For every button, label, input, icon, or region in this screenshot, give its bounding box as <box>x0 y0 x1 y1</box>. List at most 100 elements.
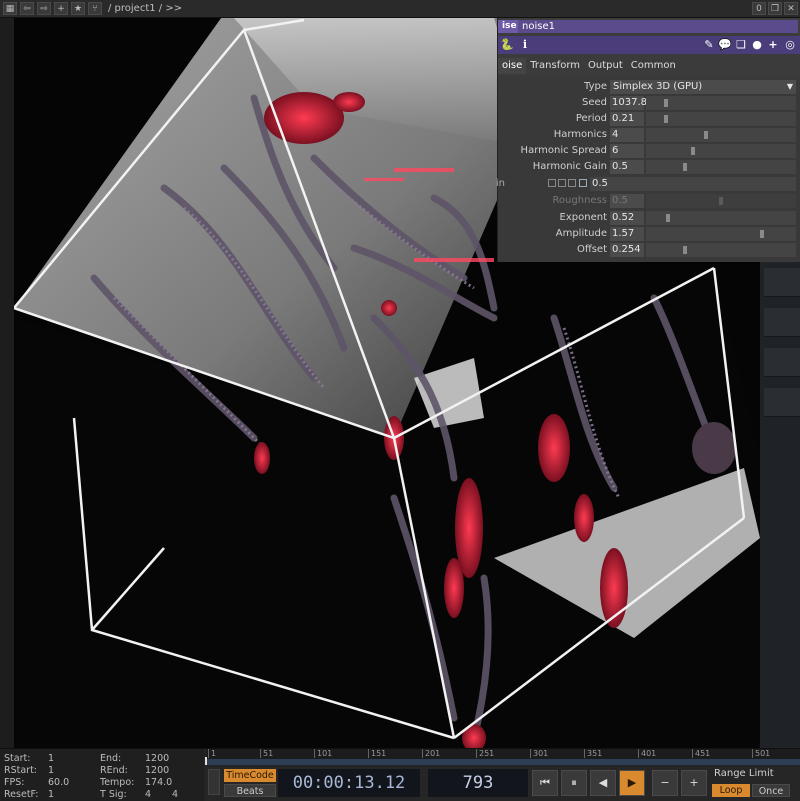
tsig-label: T Sig: <box>100 789 127 800</box>
param-checkbox-row: in 0.5 <box>495 176 800 192</box>
python-logo-icon[interactable]: ● <box>750 38 764 52</box>
tab-transform[interactable]: Transform <box>526 58 584 74</box>
ruler-tick: 201 <box>422 749 440 758</box>
restore-window-icon[interactable]: ❐ <box>768 2 782 15</box>
slider-knob[interactable] <box>663 115 668 123</box>
param-offset: Offset 0.254 <box>498 242 800 258</box>
ruler-tick: 151 <box>368 749 386 758</box>
clone-icon[interactable]: ❏ <box>734 38 748 52</box>
timeline-track[interactable] <box>206 759 800 765</box>
period-value-field[interactable]: 0.21 <box>610 112 644 126</box>
checkbox-value-field[interactable]: 0.5 <box>590 177 796 191</box>
seed-value-field[interactable]: 1037.8 <box>610 96 647 110</box>
ruler-tick: 501 <box>752 749 770 758</box>
harmonics-slider[interactable] <box>646 128 796 142</box>
fps-value[interactable]: 60.0 <box>48 777 69 788</box>
plus-icon[interactable]: + <box>766 38 780 52</box>
tsig-numerator[interactable]: 4 <box>145 789 151 800</box>
network-path[interactable]: / project1 / >> <box>108 3 182 14</box>
left-gutter <box>0 18 14 748</box>
minus-icon[interactable]: − <box>652 770 678 796</box>
slider-knob[interactable] <box>666 214 671 222</box>
beats-toggle[interactable]: Beats <box>224 784 276 797</box>
playhead[interactable] <box>205 757 207 765</box>
rend-value[interactable]: 1200 <box>145 765 169 776</box>
exponent-value-field[interactable]: 0.52 <box>610 211 644 225</box>
operator-name-field[interactable]: noise1 <box>518 20 798 33</box>
slider-knob[interactable] <box>759 230 764 238</box>
timeline-handle[interactable] <box>208 769 220 795</box>
resetf-value[interactable]: 1 <box>48 789 54 800</box>
harmonic-spread-slider[interactable] <box>646 144 796 158</box>
timecode-display[interactable]: 00:00:13.12 <box>278 769 420 797</box>
play-icon[interactable]: ▶ <box>619 770 645 796</box>
param-label: in <box>495 178 505 189</box>
close-window-icon[interactable]: ✕ <box>784 2 798 15</box>
seed-slider[interactable] <box>646 96 796 110</box>
timeline-ruler[interactable]: 1 51 101 151 201 251 301 351 401 451 501 <box>206 749 800 759</box>
skip-to-start-icon[interactable]: ⏮ <box>532 770 558 796</box>
timecode-toggle[interactable]: TimeCode <box>224 769 276 782</box>
timeline-bar: Start: 1 RStart: 1 FPS: 60.0 ResetF: 1 E… <box>0 748 800 801</box>
checkbox-3[interactable] <box>568 179 576 187</box>
param-roughness: Roughness 0.5 <box>498 193 800 209</box>
param-label: Period <box>575 113 607 124</box>
param-label: Type <box>584 81 607 92</box>
ruler-tick: 51 <box>260 749 273 758</box>
slider-knob[interactable] <box>663 99 668 107</box>
tab-noise[interactable]: oise <box>498 58 527 74</box>
harmonic-gain-value-field[interactable]: 0.5 <box>610 160 644 174</box>
python-icon[interactable]: 🐍 <box>500 38 514 52</box>
roughness-value-field: 0.5 <box>610 194 644 208</box>
step-back-icon[interactable]: ◀ <box>590 770 616 796</box>
harmonics-value-field[interactable]: 4 <box>610 128 644 142</box>
tempo-value[interactable]: 174.0 <box>145 777 172 788</box>
period-slider[interactable] <box>646 112 796 126</box>
tab-output[interactable]: Output <box>584 58 627 74</box>
transport-controls: TimeCode Beats 00:00:13.12 793 ⏮ ⏸ ◀ ▶ −… <box>206 767 800 801</box>
slider-knob[interactable] <box>682 246 687 254</box>
info-icon[interactable]: i <box>518 38 532 52</box>
target-icon[interactable]: ◎ <box>783 38 797 52</box>
start-value[interactable]: 1 <box>48 753 54 764</box>
plus-icon[interactable]: + <box>54 2 68 15</box>
checkbox-2[interactable] <box>558 179 566 187</box>
back-arrow-icon[interactable]: ⇦ <box>20 2 34 15</box>
param-label: Seed <box>582 97 607 108</box>
loop-button[interactable]: Loop <box>712 784 750 797</box>
checkbox-1[interactable] <box>548 179 556 187</box>
tsig-denominator[interactable]: 4 <box>172 789 178 800</box>
plus-icon[interactable]: + <box>681 770 707 796</box>
tab-common[interactable]: Common <box>627 58 680 74</box>
exponent-slider[interactable] <box>646 211 796 225</box>
type-dropdown[interactable]: Simplex 3D (GPU) ▼ <box>610 80 796 94</box>
param-label: Harmonic Spread <box>520 145 607 156</box>
rstart-label: RStart: <box>4 765 38 776</box>
end-value[interactable]: 1200 <box>145 753 169 764</box>
slider-knob[interactable] <box>704 131 709 139</box>
rstart-value[interactable]: 1 <box>48 765 54 776</box>
checkbox-4[interactable] <box>579 179 587 187</box>
branch-icon[interactable]: ⑂ <box>88 2 102 15</box>
param-label: Roughness <box>552 195 607 206</box>
tempo-label: Tempo: <box>100 777 135 788</box>
ruler-tick: 401 <box>638 749 656 758</box>
amplitude-slider[interactable] <box>646 227 796 241</box>
harmonic-spread-value-field[interactable]: 6 <box>610 144 644 158</box>
star-icon[interactable]: ★ <box>71 2 85 15</box>
pause-icon[interactable]: ⏸ <box>561 770 587 796</box>
once-button[interactable]: Once <box>752 784 790 797</box>
grid-icon[interactable]: ▦ <box>3 2 17 15</box>
slider-knob[interactable] <box>691 147 696 155</box>
amplitude-value-field[interactable]: 1.57 <box>610 227 644 241</box>
timeline-stats: Start: 1 RStart: 1 FPS: 60.0 ResetF: 1 E… <box>0 749 204 801</box>
offset-slider[interactable] <box>646 243 796 257</box>
harmonic-gain-slider[interactable] <box>646 160 796 174</box>
comment-icon[interactable]: 💬 <box>718 38 732 52</box>
offset-value-field[interactable]: 0.254 <box>610 243 644 257</box>
forward-arrow-icon[interactable]: ⇨ <box>37 2 51 15</box>
frame-display[interactable]: 793 <box>428 769 528 797</box>
pencil-icon[interactable]: ✎ <box>702 38 716 52</box>
param-exponent: Exponent 0.52 <box>498 210 800 226</box>
slider-knob[interactable] <box>682 163 687 171</box>
